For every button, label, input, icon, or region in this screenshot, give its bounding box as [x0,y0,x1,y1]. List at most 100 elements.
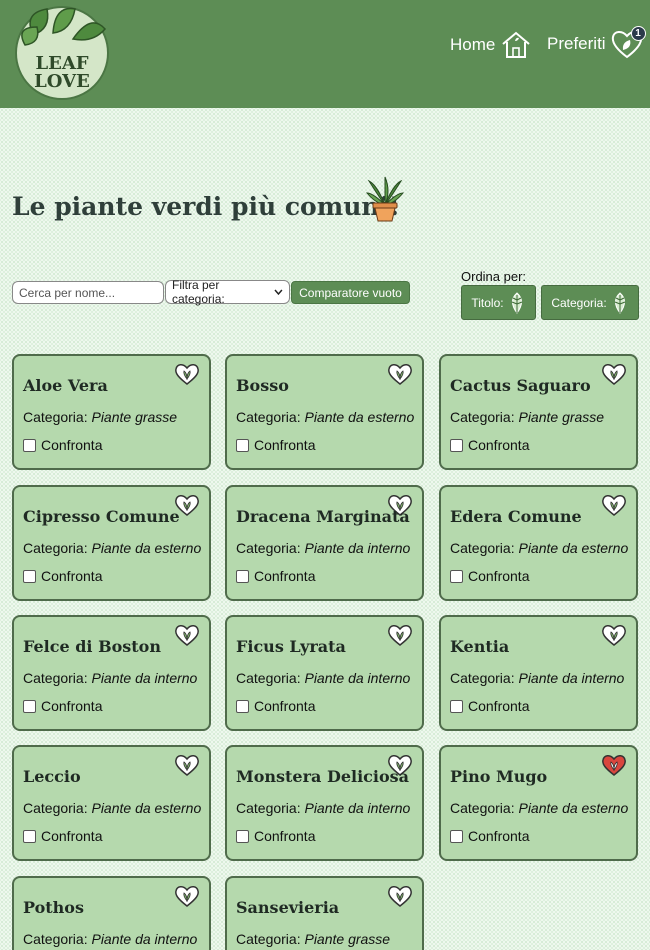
plant-card[interactable]: Edera Comune Categoria: Piante da esterno… [439,485,638,601]
plant-category: Categoria: Piante grasse [236,931,390,947]
favorite-heart-icon[interactable] [174,753,200,777]
favorite-heart-icon[interactable] [174,362,200,386]
favorite-heart-icon[interactable] [387,362,413,386]
plant-card[interactable]: Monstera Deliciosa Categoria: Piante da i… [225,745,424,861]
compare-checkbox[interactable] [450,438,463,452]
plant-card[interactable]: Felce di Boston Categoria: Piante da inte… [12,615,211,731]
category-value: Piante da interno [304,540,411,556]
sort-by-category-button[interactable]: Categoria: [541,285,639,320]
plant-category: Categoria: Piante da interno [236,800,410,816]
compare-label: Confronta [254,698,316,714]
category-value: Piante grasse [91,409,178,425]
nav-favorites-link[interactable]: Preferiti 1 [547,26,646,60]
favorite-heart-icon[interactable] [601,753,627,777]
search-input[interactable] [12,281,164,304]
plant-card[interactable]: Leccio Categoria: Piante da esterno Confro… [12,745,211,861]
plant-card[interactable]: PothosCategoria: Piante da internoConfro… [12,876,211,950]
svg-text:LOVE: LOVE [34,71,90,92]
compare-checkbox[interactable] [23,699,36,713]
compare-label: Confronta [468,828,530,844]
plant-name: Cipresso Comune [23,507,180,526]
category-prefix: Categoria: [236,409,301,425]
compare-checkbox[interactable] [236,699,249,713]
plant-card[interactable]: Kentia Categoria: Piante da interno Confro… [439,615,638,731]
plant-card[interactable]: Dracena Marginata Categoria: Piante da in… [225,485,424,601]
favorites-heart-icon: 1 [610,26,646,60]
compare-checkbox[interactable] [23,438,36,452]
favorites-count-badge: 1 [630,26,646,41]
compare-label: Confronta [254,568,316,584]
compare-checkbox[interactable] [236,569,249,583]
nav-home-link[interactable]: Home [450,30,532,60]
compare-label: Confronta [41,437,103,453]
compare-label: Confronta [254,437,316,453]
favorite-heart-icon[interactable] [601,362,627,386]
compare-checkbox-row[interactable]: Confronta [236,698,315,714]
plant-name: Pino Mugo [450,767,548,786]
favorite-heart-icon[interactable] [387,623,413,647]
plant-card[interactable]: SansevieriaCategoria: Piante grasseConfr… [225,876,424,950]
plant-category: Categoria: Piante da interno [450,670,624,686]
compare-checkbox-row[interactable]: Confronta [23,828,102,844]
compare-checkbox[interactable] [236,438,249,452]
compare-checkbox[interactable] [23,829,36,843]
page-title: Le piante verdi più comuni! [12,192,401,221]
plant-name: Dracena Marginata [236,507,410,526]
compare-checkbox[interactable] [450,829,463,843]
compare-checkbox-row[interactable]: Confronta [236,568,315,584]
favorite-heart-icon[interactable] [387,884,413,908]
compare-checkbox[interactable] [236,829,249,843]
compare-checkbox-row[interactable]: Confronta [450,568,529,584]
plant-category: Categoria: Piante da interno [236,540,410,556]
compare-label: Confronta [41,698,103,714]
compare-label: Confronta [41,828,103,844]
compare-checkbox-row[interactable]: Confronta [450,437,529,453]
plant-card[interactable]: Ficus Lyrata Categoria: Piante da interno… [225,615,424,731]
compare-checkbox-row[interactable]: Confronta [236,437,315,453]
sort-by-title-button[interactable]: Titolo: [461,285,536,320]
plant-card[interactable]: Pino Mugo Categoria: Piante da esterno Con… [439,745,638,861]
chevron-down-icon [274,289,283,295]
compare-label: Confronta [468,437,530,453]
favorite-heart-icon[interactable] [601,623,627,647]
sort-by-title-label: Titolo: [471,295,504,310]
category-value: Piante da esterno [91,540,202,556]
favorite-heart-icon[interactable] [174,884,200,908]
nav-home-label: Home [450,35,496,54]
plant-name: Pothos [23,898,84,917]
category-prefix: Categoria: [450,800,515,816]
favorite-heart-icon[interactable] [174,623,200,647]
category-value: Piante da interno [91,670,198,686]
compare-checkbox[interactable] [450,699,463,713]
category-value: Piante grasse [304,931,391,947]
compare-checkbox[interactable] [450,569,463,583]
header: LEAF LOVE Home Preferiti 1 [0,0,650,108]
category-value: Piante da esterno [304,409,415,425]
compare-checkbox[interactable] [23,569,36,583]
compare-label: Confronta [468,568,530,584]
compare-checkbox-row[interactable]: Confronta [23,698,102,714]
category-filter-label: Filtra per categoria: [172,278,225,306]
plant-category: Categoria: Piante da esterno [236,409,414,425]
plant-card[interactable]: Cipresso Comune Categoria: Piante da este… [12,485,211,601]
category-prefix: Categoria: [23,409,88,425]
category-prefix: Categoria: [236,931,301,947]
plant-category: Categoria: Piante grasse [450,409,604,425]
favorite-heart-icon[interactable] [601,493,627,517]
plant-category: Categoria: Piante da esterno [450,540,628,556]
compare-checkbox-row[interactable]: Confronta [236,828,315,844]
leaf-love-logo[interactable]: LEAF LOVE [13,5,111,101]
plant-card[interactable]: Bosso Categoria: Piante da esterno Confron… [225,354,424,470]
plant-card[interactable]: Cactus Saguaro Categoria: Piante grasse Co… [439,354,638,470]
category-value: Piante da esterno [91,800,202,816]
compare-checkbox-row[interactable]: Confronta [23,437,102,453]
compare-checkbox-row[interactable]: Confronta [450,828,529,844]
plant-card[interactable]: Aloe Vera Categoria: Piante grasse Confron… [12,354,211,470]
compare-checkbox-row[interactable]: Confronta [450,698,529,714]
category-prefix: Categoria: [236,670,301,686]
compare-button[interactable]: Comparatore vuoto [291,281,410,304]
category-filter-select[interactable]: Filtra per categoria: [165,278,290,306]
category-prefix: Categoria: [23,540,88,556]
compare-checkbox-row[interactable]: Confronta [23,568,102,584]
plant-name: Kentia [450,637,510,656]
